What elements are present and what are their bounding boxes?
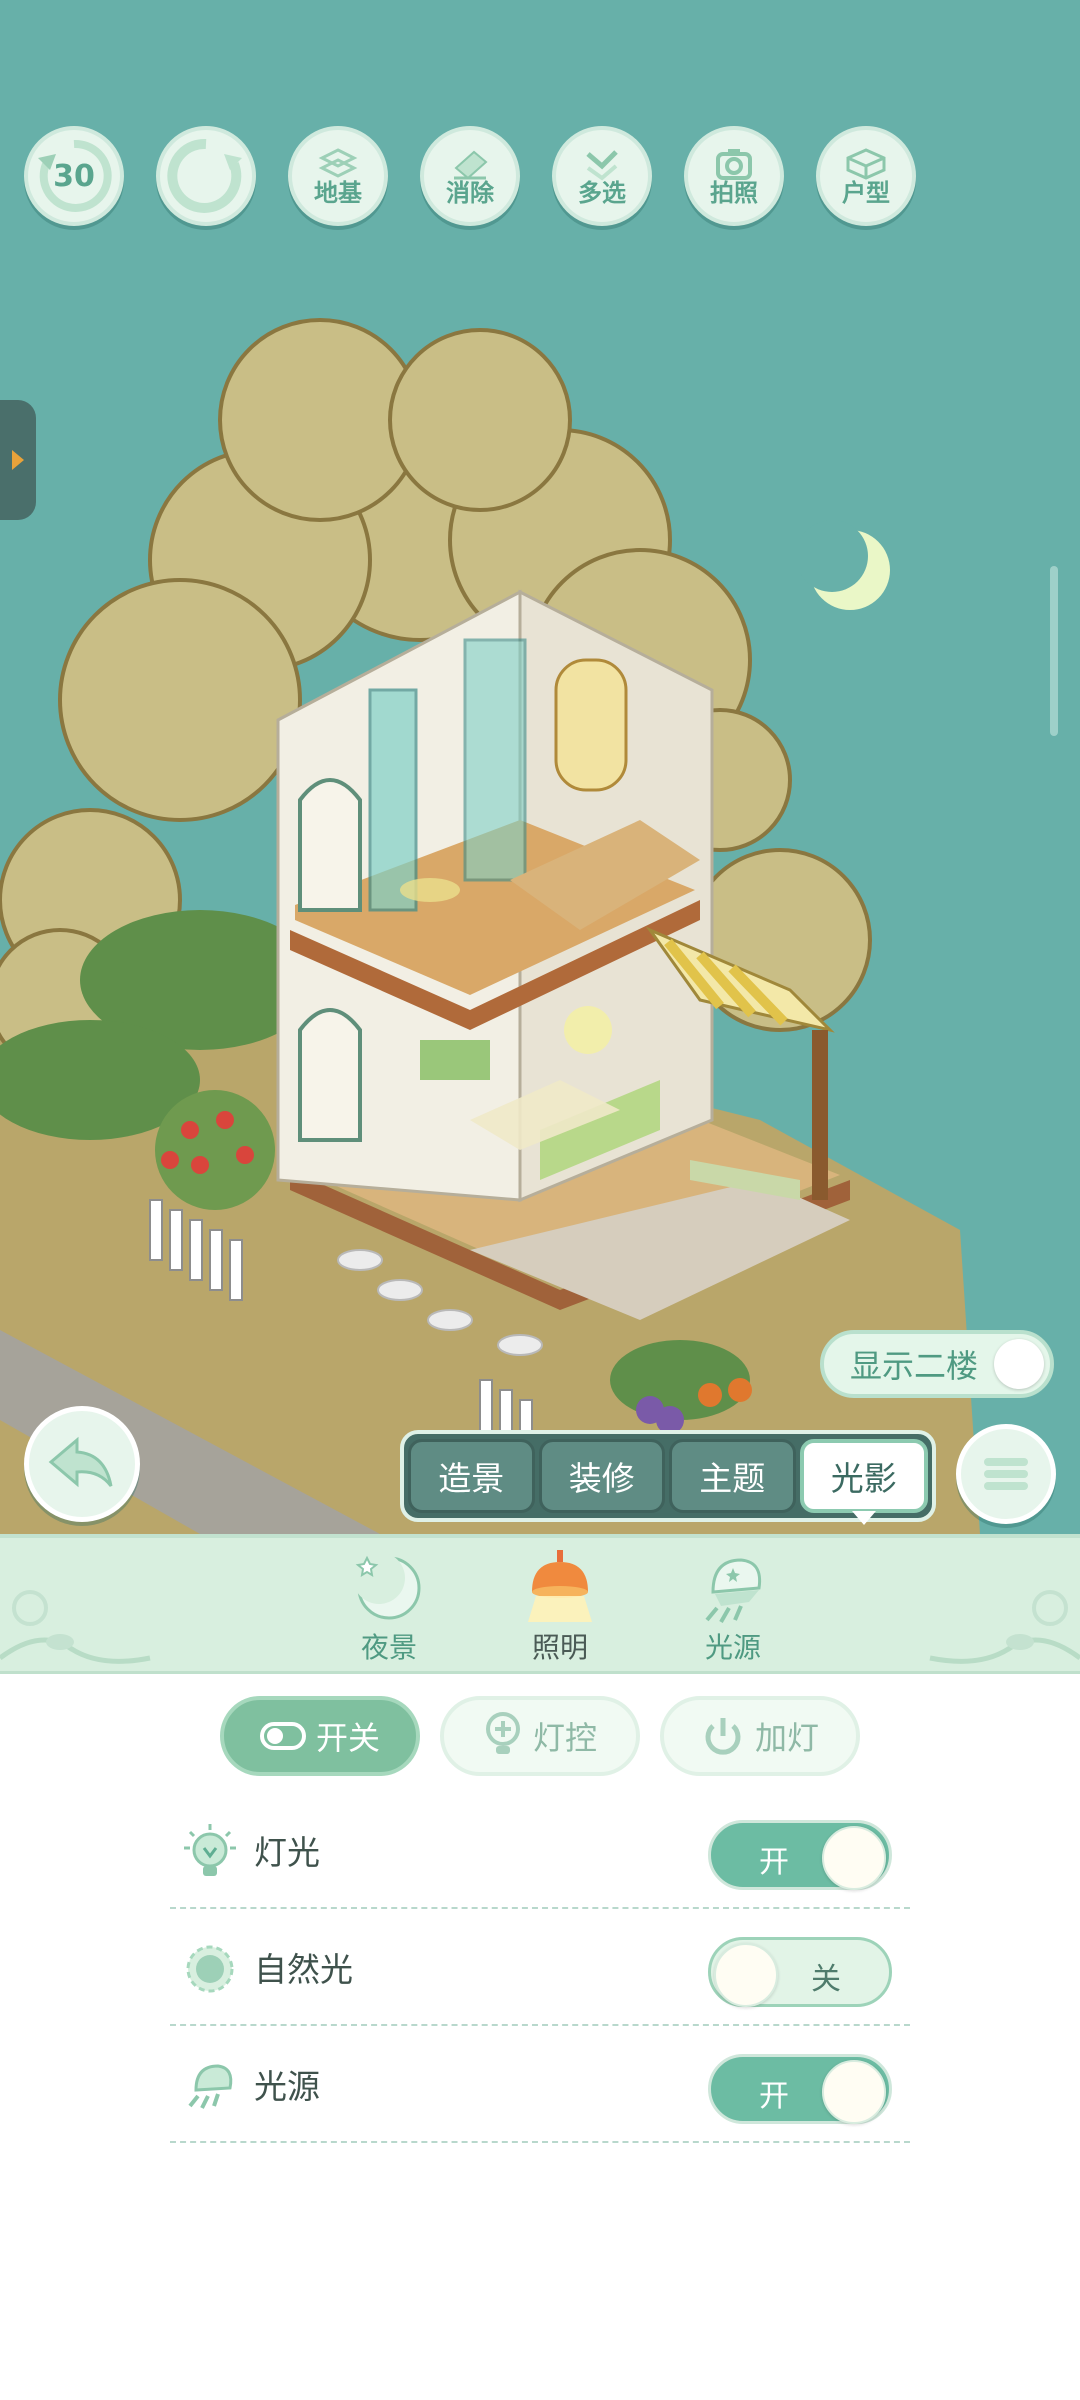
- floorplan-icon: [846, 148, 886, 180]
- subnav-light-source[interactable]: 光源: [678, 1548, 788, 1668]
- tab-switch-label: 开关: [315, 1719, 380, 1757]
- game-scene[interactable]: 30 地基 消除 多选 拍照 户型 显示二楼 造景 装修 主题 光影: [0, 0, 1080, 1534]
- lamp-icon: [528, 1550, 592, 1622]
- sun-icon: [186, 1945, 234, 1993]
- multiselect-button[interactable]: 多选: [552, 126, 652, 226]
- light-source-icon: [705, 1558, 762, 1623]
- lights-switch[interactable]: 开: [708, 1820, 892, 1890]
- subnav-night-label: 夜景: [360, 1631, 417, 1664]
- tab-landscape[interactable]: 造景: [408, 1439, 535, 1513]
- floorplan-label: 户型: [842, 179, 890, 207]
- toggle-knob: [994, 1339, 1044, 1389]
- tab-lighting[interactable]: 光影: [799, 1439, 928, 1525]
- foundation-label: 地基: [314, 179, 362, 207]
- scrollbar[interactable]: [1050, 566, 1058, 736]
- photo-label: 拍照: [710, 179, 758, 207]
- setting-light-source-label: 光源: [254, 2067, 320, 2106]
- control-tab-bar: 开关 灯控 加灯: [220, 1696, 860, 1778]
- erase-button[interactable]: 消除: [420, 126, 520, 226]
- tab-decoration[interactable]: 装修: [538, 1439, 665, 1513]
- menu-button[interactable]: [956, 1424, 1056, 1524]
- side-drawer-handle[interactable]: [0, 400, 36, 520]
- light-source-icon: [188, 2064, 233, 2109]
- setting-lights-label: 灯光: [254, 1833, 320, 1872]
- floorplan-button[interactable]: 户型: [816, 126, 916, 226]
- subnav-illumination[interactable]: 照明: [505, 1548, 615, 1668]
- vine-decoration-left: [0, 1590, 151, 1664]
- bulb-icon: [184, 1824, 236, 1876]
- lights-switch-state: 开: [759, 1845, 789, 1880]
- switch-knob: [714, 1943, 778, 2007]
- lighting-subnav: 夜景 照明 光源: [0, 1534, 1080, 1674]
- foundation-icon: [318, 148, 358, 178]
- bulb-icon: [485, 1712, 520, 1754]
- house-scene-artwork[interactable]: [0, 0, 1080, 1534]
- natural-light-switch[interactable]: 关: [708, 1937, 892, 2007]
- switch-knob: [822, 2060, 886, 2124]
- tab-add-light-label: 加灯: [754, 1719, 819, 1757]
- undo-button[interactable]: 30: [24, 126, 124, 226]
- tab-light-control[interactable]: 灯控: [440, 1696, 640, 1776]
- tab-switch[interactable]: 开关: [220, 1696, 420, 1776]
- undo-count: 30: [53, 158, 95, 194]
- camera-icon: [716, 149, 752, 180]
- tab-light-control-label: 灯控: [532, 1719, 597, 1757]
- erase-label: 消除: [446, 179, 494, 207]
- checkmark-icon: [586, 150, 618, 181]
- multiselect-label: 多选: [578, 179, 626, 207]
- redo-icon: [167, 138, 242, 213]
- setting-row-light-source: 光源 开: [170, 2026, 910, 2143]
- expand-arrow-icon: [12, 450, 24, 470]
- setting-natural-light-label: 自然光: [254, 1950, 353, 1989]
- switch-knob: [822, 1826, 886, 1890]
- tab-add-light[interactable]: 加灯: [660, 1696, 860, 1776]
- tab-theme[interactable]: 主题: [669, 1439, 796, 1513]
- photo-button[interactable]: 拍照: [684, 126, 784, 226]
- show-second-floor-toggle[interactable]: 显示二楼: [820, 1330, 1054, 1398]
- toggle-icon: [259, 1722, 306, 1750]
- power-icon: [705, 1718, 741, 1755]
- natural-light-switch-state: 关: [811, 1962, 841, 1997]
- light-source-switch-state: 开: [759, 2079, 789, 2114]
- back-arrow-icon: [48, 1436, 113, 1488]
- subnav-night-scene[interactable]: 夜景: [334, 1548, 444, 1668]
- mode-tab-bar: 造景 装修 主题 光影: [400, 1430, 936, 1525]
- subnav-light-source-label: 光源: [704, 1631, 761, 1664]
- moon-icon: [800, 520, 890, 610]
- moon-icon: [353, 1552, 421, 1620]
- foundation-button[interactable]: 地基: [288, 126, 388, 226]
- redo-button[interactable]: [156, 126, 256, 226]
- back-button[interactable]: [24, 1406, 140, 1522]
- show-second-floor-label: 显示二楼: [850, 1347, 979, 1385]
- setting-row-natural-light: 自然光 关: [170, 1909, 910, 2026]
- setting-row-lights: 灯光 开: [170, 1792, 910, 1909]
- light-source-switch[interactable]: 开: [708, 2054, 892, 2124]
- vine-decoration-right: [929, 1590, 1080, 1664]
- menu-icon: [984, 1458, 1028, 1490]
- subnav-illumination-label: 照明: [531, 1631, 588, 1664]
- eraser-icon: [454, 150, 488, 180]
